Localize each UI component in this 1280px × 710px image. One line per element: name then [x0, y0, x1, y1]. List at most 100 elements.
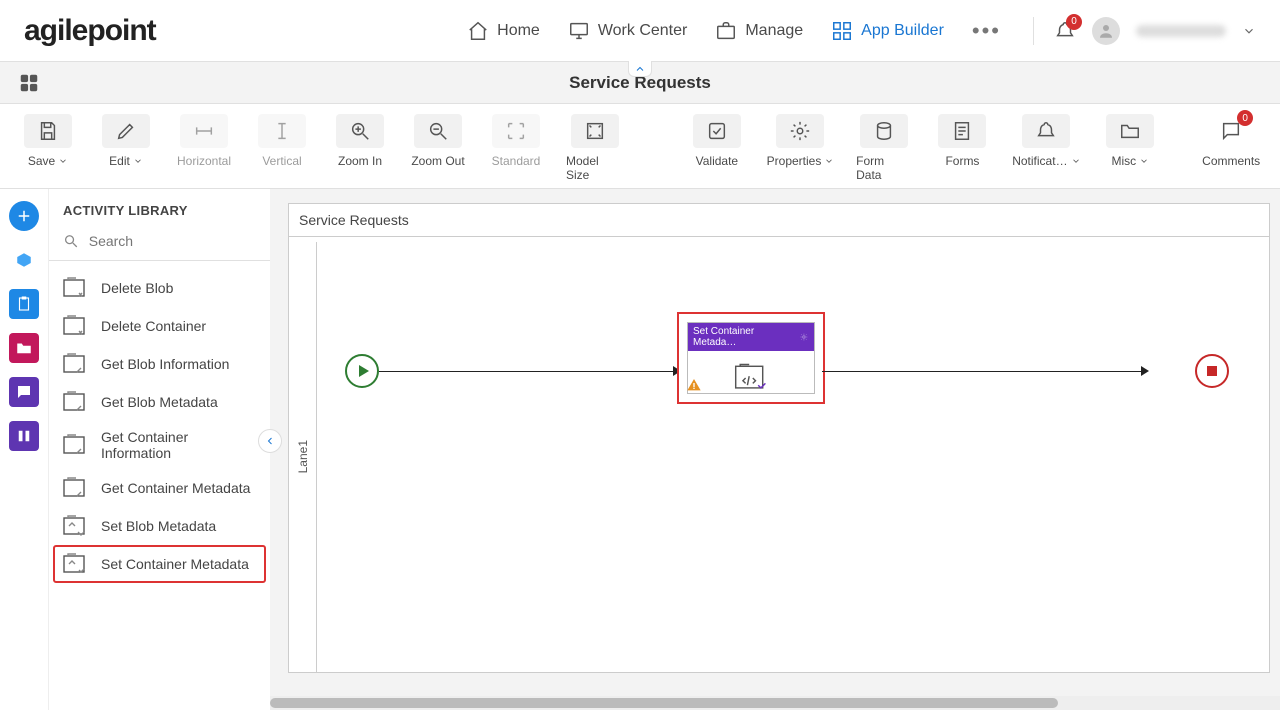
top-nav-right: 0	[1033, 17, 1256, 45]
activity-item-get-container-metadata[interactable]: Get Container Metadata	[53, 469, 266, 507]
properties-button[interactable]: Properties	[767, 114, 834, 168]
validate-icon	[706, 120, 728, 142]
zoom-out-label: Zoom Out	[411, 154, 464, 168]
lane-header[interactable]: Lane1	[289, 242, 317, 672]
zoom-in-icon	[349, 120, 371, 142]
main: ACTIVITY LIBRARY Delete Blob Delete Cont…	[0, 189, 1280, 710]
validate-button[interactable]: Validate	[689, 114, 745, 168]
zoom-out-button[interactable]: Zoom Out	[410, 114, 466, 168]
activity-item-delete-blob[interactable]: Delete Blob	[53, 269, 266, 307]
horizontal-label: Horizontal	[177, 154, 231, 168]
logo-text: agilepoint	[24, 14, 156, 47]
gear-icon[interactable]	[799, 332, 809, 342]
connector[interactable]	[822, 371, 1142, 372]
canvas-title: Service Requests	[289, 204, 1269, 237]
top-nav: agilepoint Home Work Center Manage App B…	[0, 0, 1280, 62]
nav-app-builder-label: App Builder	[861, 22, 944, 40]
start-node[interactable]	[345, 354, 379, 388]
monitor-icon	[568, 20, 590, 42]
activity-title-bar: Set Container Metada…	[688, 323, 814, 351]
activity-item-get-blob-metadata[interactable]: Get Blob Metadata	[53, 383, 266, 421]
search-input[interactable]	[87, 232, 256, 250]
bell-icon	[1035, 120, 1057, 142]
activity-item-get-container-info[interactable]: Get Container Information	[53, 421, 266, 469]
notifications-button-tool[interactable]: Notificat…	[1012, 114, 1080, 168]
align-vertical-icon	[271, 120, 293, 142]
notifications-button[interactable]: 0	[1054, 20, 1076, 42]
form-icon	[951, 120, 973, 142]
rail-columns-icon[interactable]	[9, 421, 39, 451]
zoom-out-icon	[427, 120, 449, 142]
activity-label: Get Container Metadata	[101, 480, 250, 496]
avatar[interactable]	[1092, 17, 1120, 45]
chevron-down-icon[interactable]	[1242, 24, 1256, 38]
standard-button: Standard	[488, 114, 544, 168]
canvas-area: Service Requests Lane1 Set Container Met…	[270, 189, 1280, 710]
vertical-button: Vertical	[254, 114, 310, 168]
save-icon	[37, 120, 59, 142]
activity-label: Get Container Information	[101, 429, 256, 461]
activity-item-get-blob-info[interactable]: Get Blob Information	[53, 345, 266, 383]
collapse-sidebar-button[interactable]	[258, 429, 282, 453]
notifications-label: Notificat…	[1012, 154, 1067, 168]
forms-button[interactable]: Forms	[934, 114, 990, 168]
form-data-button[interactable]: Form Data	[856, 114, 912, 182]
nav-manage-label: Manage	[745, 22, 803, 40]
scrollbar-thumb[interactable]	[270, 698, 1058, 708]
activity-inner: Set Container Metada…	[687, 322, 815, 394]
add-button[interactable]	[9, 201, 39, 231]
activity-library-panel: ACTIVITY LIBRARY Delete Blob Delete Cont…	[48, 189, 270, 710]
database-icon	[873, 120, 895, 142]
connector[interactable]	[379, 371, 675, 372]
rail-process-icon[interactable]	[9, 245, 39, 275]
zoom-in-button[interactable]: Zoom In	[332, 114, 388, 168]
horizontal-scrollbar[interactable]	[270, 696, 1280, 710]
edit-button[interactable]: Edit	[98, 114, 154, 168]
rail-clipboard-icon[interactable]	[9, 289, 39, 319]
activity-item-set-container-metadata[interactable]: Set Container Metadata	[53, 545, 266, 583]
chevron-down-icon	[133, 156, 143, 166]
collapse-header-button[interactable]	[628, 61, 652, 77]
edit-label: Edit	[109, 154, 130, 168]
chevron-down-icon	[1139, 156, 1149, 166]
form-data-label: Form Data	[856, 154, 912, 182]
model-size-button[interactable]: Model Size	[566, 114, 625, 182]
activity-label: Delete Blob	[101, 280, 173, 296]
activity-icon	[63, 553, 89, 575]
activity-label: Set Container Metadata	[101, 556, 249, 572]
rail-folder-icon[interactable]	[9, 333, 39, 363]
activity-icon	[63, 277, 89, 299]
standard-label: Standard	[492, 154, 541, 168]
nav-work-center[interactable]: Work Center	[568, 20, 688, 42]
activity-node-set-container-metadata[interactable]: Set Container Metada…	[677, 312, 825, 404]
misc-button[interactable]: Misc	[1102, 114, 1158, 168]
flow-area[interactable]: Set Container Metada…	[317, 242, 1269, 672]
nav-home[interactable]: Home	[467, 20, 540, 42]
activity-item-set-blob-metadata[interactable]: Set Blob Metadata	[53, 507, 266, 545]
subheader: Service Requests	[0, 62, 1280, 104]
grid-icon	[831, 20, 853, 42]
notification-badge: 0	[1066, 14, 1082, 30]
pencil-icon	[115, 120, 137, 142]
comments-button[interactable]: 0 Comments	[1202, 114, 1260, 168]
save-label: Save	[28, 154, 55, 168]
apps-icon[interactable]	[18, 72, 40, 94]
lane-label: Lane1	[296, 440, 310, 473]
end-node[interactable]	[1195, 354, 1229, 388]
rail-chat-icon[interactable]	[9, 377, 39, 407]
process-canvas[interactable]: Service Requests Lane1 Set Container Met…	[288, 203, 1270, 673]
horizontal-button: Horizontal	[176, 114, 232, 168]
nav-manage[interactable]: Manage	[715, 20, 803, 42]
more-menu[interactable]: •••	[972, 18, 1001, 44]
nav-work-center-label: Work Center	[598, 22, 688, 40]
sidebar-title: ACTIVITY LIBRARY	[49, 189, 270, 228]
activity-icon	[63, 477, 89, 499]
activity-icon	[63, 515, 89, 537]
save-button[interactable]: Save	[20, 114, 76, 168]
nav-app-builder[interactable]: App Builder	[831, 20, 944, 42]
activity-item-delete-container[interactable]: Delete Container	[53, 307, 266, 345]
chevron-down-icon	[1071, 156, 1081, 166]
left-rail	[0, 189, 48, 710]
model-size-label: Model Size	[566, 154, 625, 182]
search-box	[49, 228, 270, 261]
